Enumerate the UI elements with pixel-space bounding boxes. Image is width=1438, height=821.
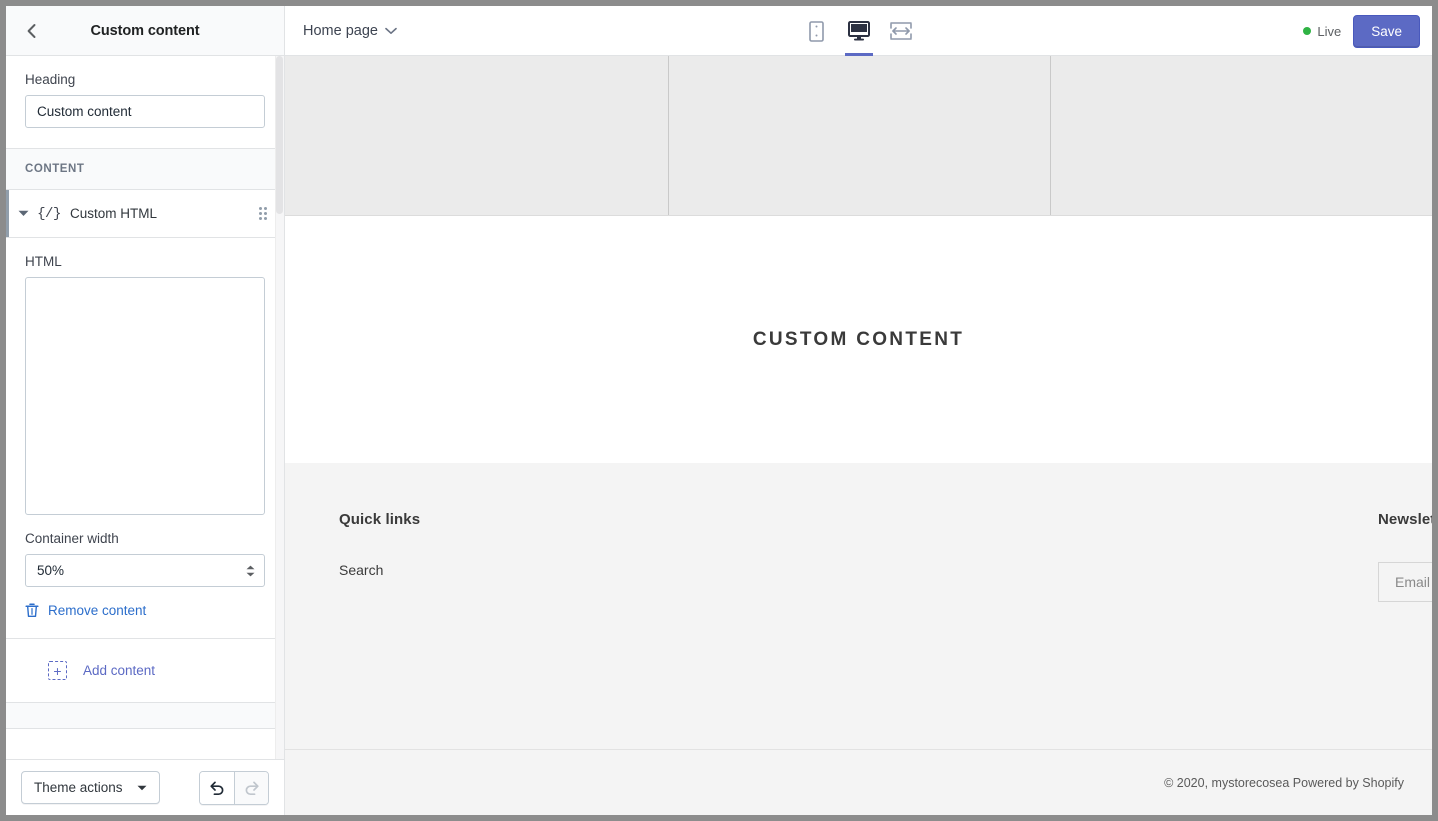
placeholder-strip: [285, 56, 1432, 216]
footer-column-newsletter: Newsletter SUBSCRIBE: [846, 511, 1378, 749]
quick-links-title: Quick links: [339, 511, 846, 528]
theme-actions-button[interactable]: Theme actions: [21, 771, 160, 804]
footer-bottom-bar: © 2020, mystorecosea Powered by Shopify: [285, 749, 1432, 815]
placeholder-block-3: [1051, 56, 1432, 215]
footer-link-search[interactable]: Search: [339, 562, 846, 578]
content-section-header: CONTENT: [6, 149, 284, 190]
placeholder-block-1: [285, 56, 668, 215]
top-bar-right: Live Save: [1303, 6, 1420, 56]
settings-sidebar: Heading CONTENT {/} Custom HTML: [6, 56, 285, 815]
top-bar: Custom content Home page: [6, 6, 1432, 56]
newsletter-form: SUBSCRIBE: [1378, 562, 1432, 602]
heading-field-group: Heading: [6, 56, 284, 149]
container-width-label: Container width: [25, 531, 265, 546]
theme-editor-app: Custom content Home page: [6, 6, 1432, 815]
add-box-icon: +: [48, 661, 67, 680]
custom-content-section[interactable]: CUSTOM CONTENT: [285, 216, 1432, 463]
panel-header: Custom content: [6, 6, 285, 55]
footer-column-quick-links: Quick links Search: [339, 511, 846, 749]
save-button[interactable]: Save: [1353, 15, 1420, 48]
trash-icon: [25, 603, 39, 618]
code-braces-icon: {/}: [34, 206, 64, 222]
chevron-down-icon: [385, 27, 397, 35]
html-textarea[interactable]: [25, 277, 265, 515]
placeholder-block-2: [669, 56, 1050, 215]
redo-button[interactable]: [234, 772, 268, 804]
device-toggle-fullwidth[interactable]: [885, 7, 917, 56]
preview-pane: CUSTOM CONTENT Quick links Search Newsle…: [285, 56, 1432, 815]
heading-input[interactable]: [25, 95, 265, 128]
desktop-icon: [848, 21, 870, 41]
live-status-badge: Live: [1303, 24, 1341, 39]
site-footer-section[interactable]: Quick links Search Newsletter SUBSCRIBE …: [285, 463, 1432, 815]
theme-actions-label: Theme actions: [34, 780, 123, 795]
caret-down-icon: [137, 785, 147, 791]
device-toggle-desktop[interactable]: [843, 7, 875, 56]
back-button[interactable]: [18, 18, 44, 44]
footer-columns: Quick links Search Newsletter SUBSCRIBE: [285, 463, 1432, 749]
redo-icon: [243, 779, 261, 797]
undo-redo-group: [199, 771, 269, 805]
live-status-dot: [1303, 27, 1311, 35]
remove-content-label: Remove content: [48, 603, 146, 618]
email-input[interactable]: [1378, 562, 1432, 602]
sidebar-scrollbar[interactable]: [275, 56, 284, 759]
full-width-icon: [890, 22, 912, 40]
sidebar-filler: [6, 703, 284, 729]
container-width-input[interactable]: [25, 554, 265, 587]
add-content-button[interactable]: + Add content: [6, 639, 284, 703]
sidebar-footer: Theme actions: [6, 759, 284, 815]
editor-body: Heading CONTENT {/} Custom HTML: [6, 56, 1432, 815]
html-settings-group: HTML Container width: [6, 238, 284, 639]
mobile-icon: [809, 21, 824, 42]
undo-button[interactable]: [200, 772, 234, 804]
container-width-select-wrap: [25, 554, 265, 587]
live-status-label: Live: [1317, 24, 1341, 39]
panel-title: Custom content: [6, 23, 284, 39]
page-selector[interactable]: Home page: [299, 19, 401, 43]
heading-field-label: Heading: [25, 72, 265, 87]
copyright-text: © 2020, mystorecosea Powered by Shopify: [1164, 776, 1404, 790]
html-field-label: HTML: [25, 254, 265, 269]
drag-handle-icon[interactable]: [254, 205, 272, 223]
top-bar-main: Home page: [285, 6, 1432, 55]
sidebar-scroll-area: Heading CONTENT {/} Custom HTML: [6, 56, 284, 759]
content-block-label: Custom HTML: [64, 206, 254, 221]
content-block-custom-html[interactable]: {/} Custom HTML: [6, 190, 284, 238]
caret-down-icon[interactable]: [12, 210, 34, 217]
remove-content-button[interactable]: Remove content: [25, 603, 265, 618]
undo-icon: [208, 779, 226, 797]
page-selector-label: Home page: [303, 23, 378, 39]
sidebar-scrollbar-thumb[interactable]: [276, 56, 283, 214]
caret-down-glyph: [18, 210, 29, 217]
chevron-left-icon: [26, 23, 37, 39]
device-preview-toggle-group: [801, 6, 917, 56]
device-toggle-mobile[interactable]: [801, 7, 833, 56]
custom-content-heading: CUSTOM CONTENT: [753, 329, 964, 351]
add-content-label: Add content: [83, 663, 155, 678]
